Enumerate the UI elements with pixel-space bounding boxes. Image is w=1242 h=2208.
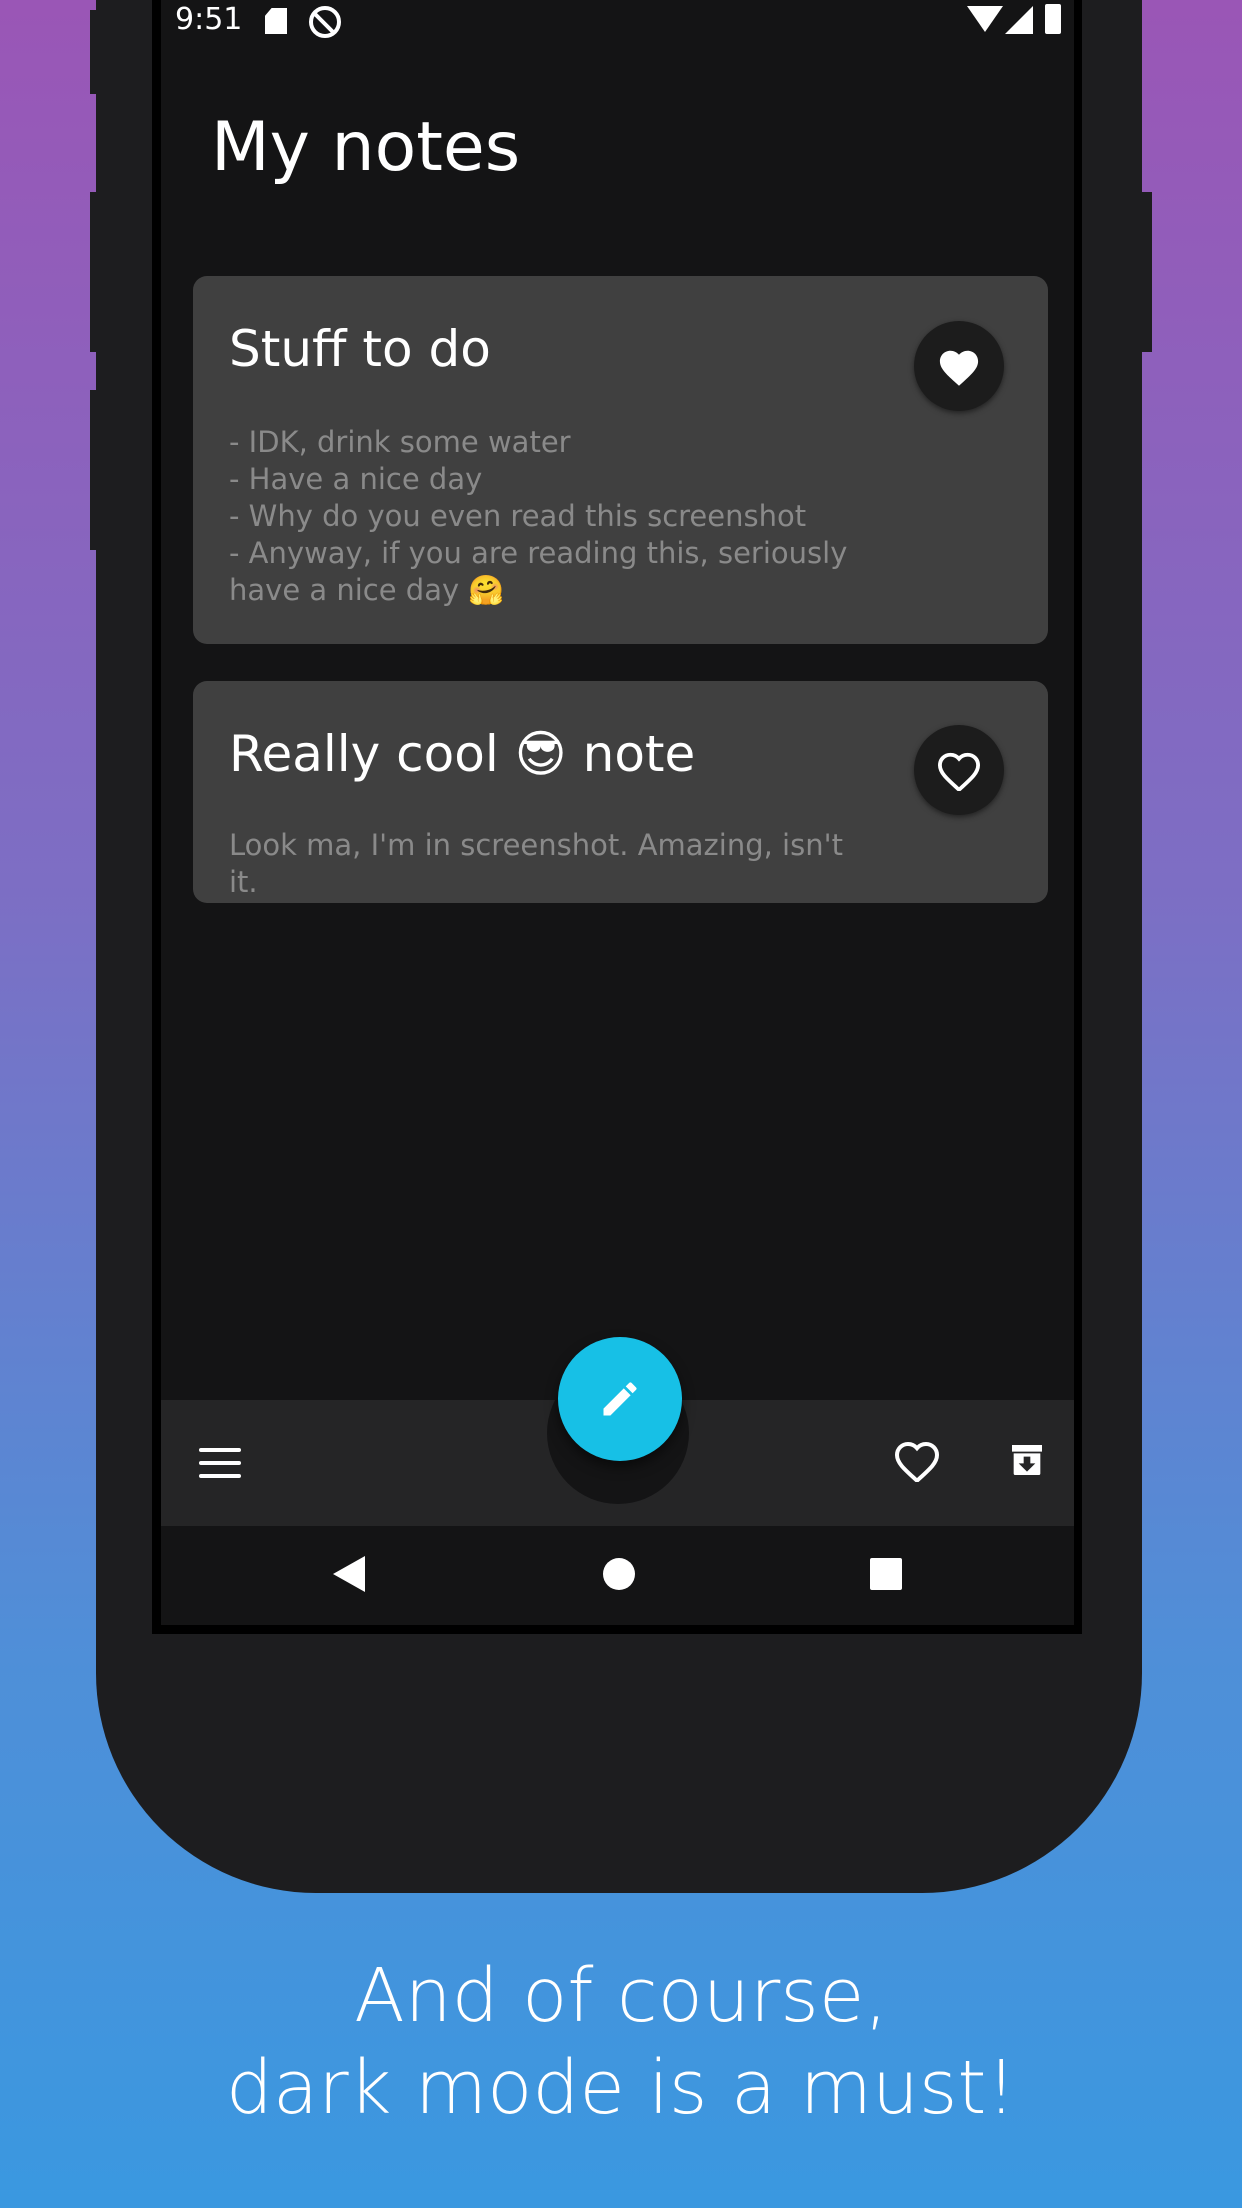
battery-icon [1045, 4, 1061, 34]
heart-outline-icon [894, 1441, 940, 1484]
note-title: Stuff to do [229, 320, 491, 378]
new-note-button[interactable] [558, 1337, 682, 1461]
archive-button[interactable] [1007, 1440, 1047, 1480]
note-card[interactable]: Stuff to do - IDK, drink some water - Ha… [193, 276, 1048, 644]
status-time: 9:51 [175, 2, 243, 37]
note-body: Look ma, I'm in screenshot. Amazing, isn… [229, 828, 843, 899]
back-icon[interactable] [333, 1556, 365, 1592]
caption-line-2: dark mode is a must! [225, 2045, 1017, 2131]
archive-icon [1012, 1445, 1042, 1475]
note-card[interactable]: Really cool 😎 note Look ma, I'm in scree… [193, 681, 1048, 903]
app-screen: 9:51 My notes Stuff to do - IDK, drink s… [161, 0, 1074, 1625]
home-icon[interactable] [603, 1558, 635, 1590]
do-not-disturb-icon [309, 6, 341, 38]
status-bar: 9:51 [161, 0, 1074, 40]
favorite-button[interactable] [914, 725, 1004, 815]
signal-icon [1005, 6, 1033, 34]
promo-caption: And of course, dark mode is a must! [0, 1950, 1242, 2134]
wifi-icon [967, 6, 1003, 32]
note-body: - IDK, drink some water - Have a nice da… [229, 425, 848, 607]
caption-line-1: And of course, [354, 1953, 888, 2039]
recents-icon[interactable] [870, 1558, 902, 1590]
menu-icon[interactable] [199, 1448, 241, 1478]
favorites-button[interactable] [893, 1438, 941, 1486]
heart-outline-icon [937, 752, 981, 791]
pencil-icon [603, 1382, 637, 1416]
page-title: My notes [211, 108, 521, 187]
system-nav-bar [161, 1526, 1074, 1625]
sd-card-icon [265, 8, 287, 34]
favorite-button[interactable] [914, 321, 1004, 411]
note-title: Really cool 😎 note [229, 725, 696, 783]
heart-filled-icon [939, 350, 979, 386]
